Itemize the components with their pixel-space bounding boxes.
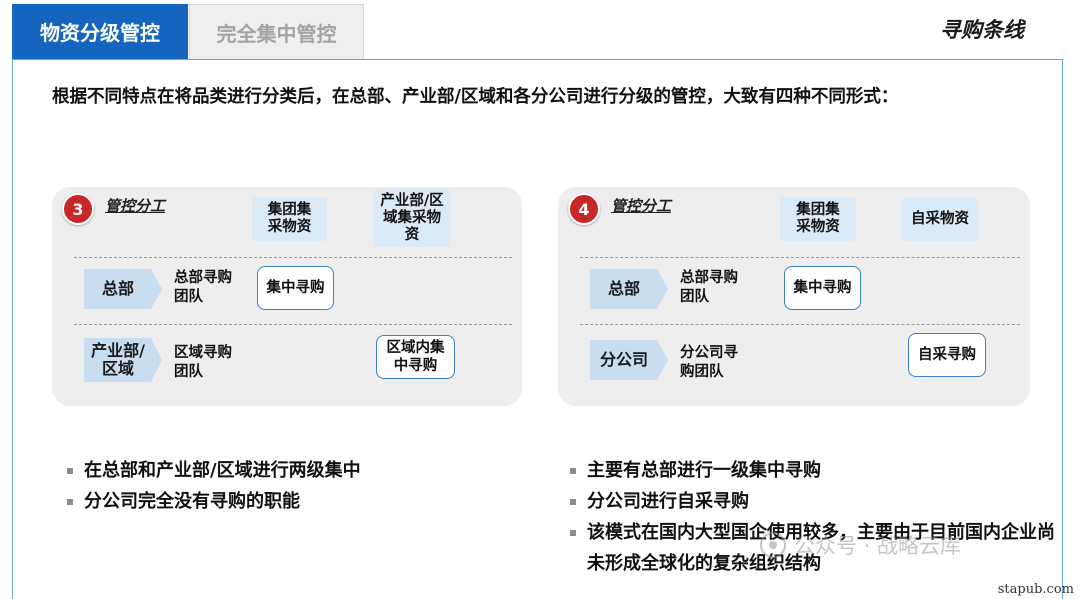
mode-regional-sourcing: 区域内集中寻购 (376, 335, 455, 379)
tab-full-centralized-control[interactable]: 完全集中管控 (189, 4, 364, 59)
model-panel-3: 3 管控分工 集团集采物资 产业部/区域集采物资 总部 总部寻购团队 集中寻购 … (52, 187, 522, 406)
panel-number-badge: 3 (62, 193, 94, 225)
category-self-purchase: 自采物资 (902, 197, 978, 241)
category-group-purchase: 集团集采物资 (780, 197, 856, 241)
panel-number-badge: 4 (568, 193, 600, 225)
model-panel-4: 4 管控分工 集团集采物资 自采物资 总部 总部寻购团队 集中寻购 分公司 分公… (558, 187, 1030, 406)
mode-centralized-sourcing: 集中寻购 (784, 266, 861, 310)
list-item: 分公司完全没有寻购的职能 (64, 486, 514, 517)
org-arrow-hq: 总部 (590, 269, 668, 309)
row-divider (580, 324, 1020, 325)
watermark: 公众号 · 战略云库 (760, 530, 961, 560)
list-item: 分公司进行自采寻购 (567, 486, 1057, 517)
tab-tiered-control[interactable]: 物资分级管控 (12, 4, 188, 59)
org-team-desc: 总部寻购团队 (174, 270, 232, 305)
row-divider (580, 257, 1020, 258)
bullet-list-right: 主要有总部进行一级集中寻购 分公司进行自采寻购 该模式在国内大型国企使用较多，主… (567, 455, 1057, 579)
mode-self-sourcing: 自采寻购 (908, 333, 986, 377)
bullet-list-left: 在总部和产业部/区域进行两级集中 分公司完全没有寻购的职能 (64, 455, 514, 517)
category-group-purchase: 集团集采物资 (252, 197, 327, 241)
org-arrow-branch: 分公司 (590, 340, 668, 380)
section-title: 寻购条线 (940, 18, 1024, 42)
org-arrow-hq: 总部 (84, 269, 162, 309)
mode-centralized-sourcing: 集中寻购 (257, 266, 334, 310)
row-divider (74, 324, 512, 325)
mgmt-division-label: 管控分工 (105, 197, 166, 215)
org-team-desc: 区域寻购团队 (174, 345, 232, 380)
intro-text: 根据不同特点在将品类进行分类后，在总部、产业部/区域和各分公司进行分级的管控，大… (52, 87, 899, 107)
org-arrow-division: 产业部/区域 (84, 338, 162, 382)
org-team-desc: 分公司寻购团队 (680, 345, 738, 380)
list-item: 在总部和产业部/区域进行两级集中 (64, 455, 514, 486)
row-divider (74, 257, 512, 258)
watermark-text: 公众号 · 战略云库 (794, 534, 962, 558)
mgmt-division-label: 管控分工 (611, 197, 672, 215)
wechat-icon (760, 532, 786, 558)
list-item: 主要有总部进行一级集中寻购 (567, 455, 1057, 486)
org-team-desc: 总部寻购团队 (680, 270, 738, 305)
category-division-purchase: 产业部/区域集采物资 (374, 189, 450, 247)
site-watermark: stapub.com (997, 582, 1074, 597)
